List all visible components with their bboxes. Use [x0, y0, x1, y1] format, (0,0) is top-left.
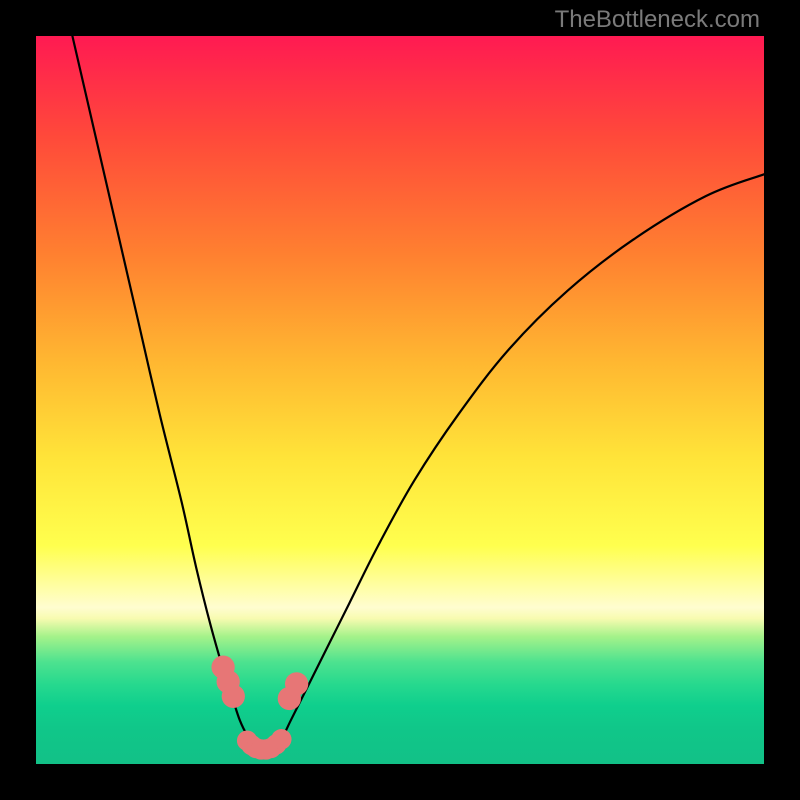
chart-svg: [36, 36, 764, 764]
chart-frame: TheBottleneck.com: [0, 0, 800, 800]
plot-area: [36, 36, 764, 764]
bottom-dot-8: [271, 729, 291, 749]
watermark-text: TheBottleneck.com: [555, 6, 760, 34]
curve-group: [72, 36, 764, 750]
bottleneck-curve-path: [72, 36, 764, 750]
right-upper-dot-2: [285, 672, 308, 695]
marker-group: [211, 656, 308, 760]
left-upper-dot-3: [222, 685, 245, 708]
